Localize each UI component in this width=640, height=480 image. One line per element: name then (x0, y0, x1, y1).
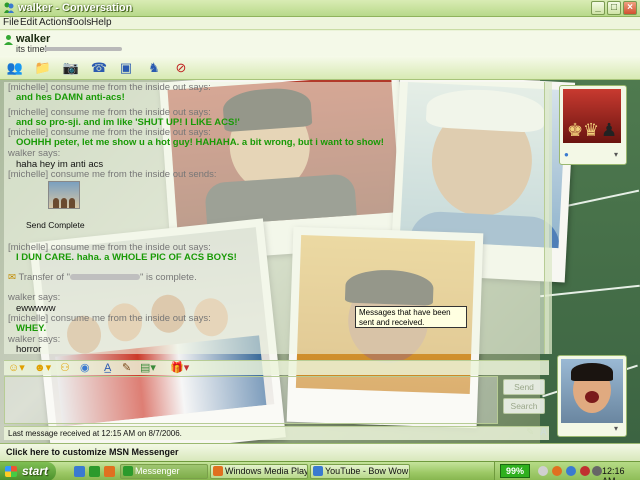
transfer-notice: ✉ Transfer of " " is complete. (8, 272, 197, 283)
menu-edit[interactable]: Edit (20, 17, 37, 28)
task-label: Windows Media Player (225, 466, 308, 476)
games-icon[interactable]: ♞ (145, 59, 163, 77)
conversation-history[interactable]: [michelle] consume me from the inside ou… (4, 82, 549, 355)
transfer-notice-prefix: Transfer of " (18, 272, 71, 283)
voice-clip-icon[interactable]: ◉ (80, 362, 90, 375)
gift-icon[interactable]: 🎁▾ (170, 362, 189, 375)
task-label: Messenger (135, 466, 180, 476)
antivirus-icon[interactable] (580, 466, 590, 476)
minimize-button[interactable]: _ (591, 1, 605, 15)
background-icon[interactable]: ▤▾ (140, 362, 156, 375)
msn-buddy-icon (4, 2, 14, 13)
start-label: start (22, 464, 49, 478)
my-display-picture[interactable] (561, 359, 623, 423)
menu-help[interactable]: Help (91, 17, 112, 28)
contact-header: walker its time! (0, 31, 640, 56)
taskbar: start Messenger Windows Media Player You… (0, 461, 640, 480)
contact-personal-message: its time! (16, 44, 48, 54)
search-button[interactable]: Search (503, 398, 545, 414)
file-thumbnail[interactable] (48, 181, 80, 209)
call-icon[interactable]: ☎ (90, 59, 108, 77)
menu-bar: File Edit Actions Tools Help (0, 17, 640, 30)
menu-tools[interactable]: Tools (68, 17, 91, 28)
clock: 12:16 AM (602, 466, 625, 480)
my-display-picture-frame: ▾ (557, 355, 627, 437)
message-input[interactable] (4, 376, 498, 424)
windows-logo-icon (5, 466, 17, 477)
chess-king-icon: ♚ (567, 120, 584, 140)
maximize-button[interactable]: □ (607, 1, 621, 15)
transfer-status: Send Complete (26, 220, 85, 230)
history-line: [michelle] consume me from the inside ou… (8, 169, 217, 180)
redacted-filename (70, 274, 141, 281)
quicklaunch-messenger-icon[interactable] (89, 466, 100, 477)
history-line: walker says: (8, 292, 61, 303)
history-line: and hes DAMN anti-acs! (16, 92, 125, 103)
block-icon[interactable]: ⊘ (172, 59, 190, 77)
contact-display-picture-frame: ♚ ♛ ♟ ● ▾ (559, 85, 627, 165)
history-line: walker says: (8, 148, 61, 159)
title-bar[interactable]: walker - Conversation _ □ × (0, 0, 640, 17)
online-status-icon (4, 35, 13, 45)
messenger-tray-icon[interactable] (566, 466, 576, 476)
history-line: horror (16, 344, 42, 355)
nudge-icon[interactable]: ⚇ (60, 362, 70, 375)
status-bar: Last message received at 12:15 AM on 8/7… (4, 426, 549, 440)
invite-icon[interactable]: 👥 (6, 59, 24, 77)
customize-banner[interactable]: Click here to customize MSN Messenger (0, 443, 640, 461)
menu-actions[interactable]: Actions (39, 17, 72, 28)
media-player-icon (213, 466, 223, 476)
send-files-icon[interactable]: 📁 (34, 59, 52, 77)
close-button[interactable]: × (623, 1, 637, 15)
transfer-icon: ✉ (8, 272, 16, 283)
task-messenger[interactable]: Messenger (120, 464, 208, 479)
menu-file[interactable]: File (3, 17, 19, 28)
wink-icon[interactable]: ☻▾ (34, 362, 51, 375)
handwriting-icon[interactable]: ✎ (122, 362, 131, 375)
activities-icon[interactable]: ▣ (117, 59, 135, 77)
task-youtube[interactable]: YouTube - Bow Wow ... (310, 464, 410, 479)
last-message-status: Last message received at 12:15 AM on 8/7… (8, 429, 182, 438)
history-line: WHEY. (16, 323, 47, 334)
chevron-down-icon[interactable]: ▾ (614, 150, 618, 159)
webcam-icon[interactable]: 📷 (62, 59, 80, 77)
status-dot-icon: ● (564, 150, 569, 159)
emoticon-icon[interactable]: ☺▾ (8, 362, 25, 375)
chevron-down-icon[interactable]: ▾ (614, 424, 618, 433)
emoticon-toolbar: ☺▾ ☻▾ ⚇ ◉ A̲ ✎ ▤▾ 🎁▾ (4, 360, 549, 375)
history-line: OOHHH peter, let me show u a hot guy! HA… (16, 137, 384, 148)
start-button[interactable]: start (0, 462, 56, 480)
history-line: I DUN CARE. haha. a WHOLE PIC OF ACS BOY… (16, 252, 237, 263)
transfer-notice-suffix: " is complete. (140, 272, 197, 283)
quicklaunch-media-icon[interactable] (104, 466, 115, 477)
chess-queen-icon: ♛ (583, 120, 600, 140)
contact-display-picture[interactable]: ♚ ♛ ♟ (563, 89, 621, 143)
action-toolbar: 👥 📁 📷 ☎ ▣ ♞ ⊘ (0, 56, 640, 80)
task-windows-media-player[interactable]: Windows Media Player (210, 464, 308, 479)
security-icon[interactable] (552, 466, 562, 476)
tooltip: Messages that have been sent and receive… (355, 306, 467, 328)
font-icon[interactable]: A̲ (104, 362, 111, 375)
messenger-icon (123, 466, 133, 476)
browser-icon (313, 466, 323, 476)
send-button[interactable]: Send (503, 379, 545, 395)
chess-pawn-icon: ♟ (601, 120, 618, 140)
conversation-window: walker - Conversation _ □ × File Edit Ac… (0, 0, 640, 461)
customize-link[interactable]: Click here to customize MSN Messenger (6, 447, 179, 457)
window-title: walker - Conversation (18, 2, 133, 14)
quicklaunch-desktop-icon[interactable] (74, 466, 85, 477)
history-scrollbar[interactable] (544, 82, 552, 354)
network-icon[interactable] (538, 466, 548, 476)
redacted-email (44, 47, 122, 51)
battery-indicator[interactable]: 99% (500, 464, 530, 478)
task-label: YouTube - Bow Wow ... (325, 466, 410, 476)
volume-icon[interactable] (592, 466, 602, 476)
